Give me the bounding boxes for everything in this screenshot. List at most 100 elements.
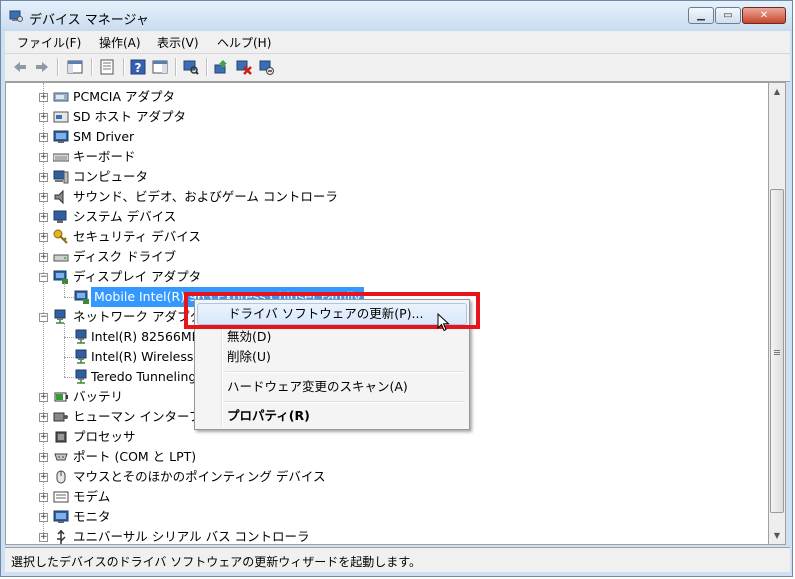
tree-category[interactable]: + ポート (COM と LPT) bbox=[6, 447, 766, 467]
close-button[interactable]: ✕ bbox=[742, 7, 786, 24]
menu-bar: ファイル(F) 操作(A) 表示(V) ヘルプ(H) bbox=[5, 31, 790, 54]
menu-item-scan-hardware[interactable]: ハードウェア変更のスキャン(A) bbox=[197, 376, 467, 398]
uninstall-device-icon[interactable] bbox=[259, 59, 275, 75]
expand-icon[interactable]: + bbox=[39, 153, 48, 162]
maximize-button[interactable]: ▭ bbox=[715, 7, 741, 24]
battery-icon bbox=[53, 389, 69, 405]
usb-icon bbox=[53, 529, 69, 544]
expand-icon[interactable]: + bbox=[39, 253, 48, 262]
tree-category[interactable]: + システム デバイス bbox=[6, 207, 766, 227]
tree-item-label: ディスプレイ アダプタ bbox=[73, 269, 202, 284]
tree-item-label: ネットワーク アダプタ bbox=[73, 309, 202, 324]
tree-line bbox=[64, 377, 74, 378]
menu-view[interactable]: 表示(V) bbox=[157, 34, 199, 51]
toolbar-separator bbox=[57, 58, 59, 76]
tree-category[interactable]: + マウスとそのほかのポインティング デバイス bbox=[6, 467, 766, 487]
collapse-icon[interactable]: − bbox=[39, 273, 48, 282]
computer-icon bbox=[53, 169, 69, 185]
tree-item-label: PCMCIA アダプタ bbox=[73, 89, 175, 104]
expand-icon[interactable]: + bbox=[39, 533, 48, 542]
action-pane-icon[interactable] bbox=[152, 59, 168, 75]
menu-item-disable[interactable]: 無効(D) bbox=[197, 326, 467, 348]
status-bar: 選択したデバイスのドライバ ソフトウェアの更新ウィザードを起動します。 bbox=[5, 547, 790, 572]
expand-icon[interactable]: + bbox=[39, 413, 48, 422]
tree-line bbox=[64, 357, 74, 358]
expand-icon[interactable]: + bbox=[39, 233, 48, 242]
menu-item-properties[interactable]: プロパティ(R) bbox=[197, 405, 467, 427]
tree-category[interactable]: + モデム bbox=[6, 487, 766, 507]
monitor-icon bbox=[53, 509, 69, 525]
minimize-icon: ▁ bbox=[697, 10, 705, 21]
expand-icon[interactable]: + bbox=[39, 493, 48, 502]
menu-file[interactable]: ファイル(F) bbox=[17, 34, 81, 51]
tree-category[interactable]: + プロセッサ bbox=[6, 427, 766, 447]
tree-item-label: Intel(R) 82566MM bbox=[91, 329, 203, 344]
expand-icon[interactable]: + bbox=[39, 393, 48, 402]
tree-category[interactable]: + ディスク ドライブ bbox=[6, 247, 766, 267]
status-text: 選択したデバイスのドライバ ソフトウェアの更新ウィザードを起動します。 bbox=[11, 555, 422, 569]
menu-item-uninstall[interactable]: 削除(U) bbox=[197, 346, 467, 368]
expand-icon[interactable]: + bbox=[39, 173, 48, 182]
tree-item-label: セキュリティ デバイス bbox=[73, 229, 201, 244]
hid-icon bbox=[53, 409, 69, 425]
close-icon: ✕ bbox=[759, 10, 769, 21]
network-adapter-icon bbox=[53, 309, 69, 325]
disable-device-icon[interactable] bbox=[236, 59, 252, 75]
minimize-button[interactable]: ▁ bbox=[688, 7, 714, 24]
vertical-scrollbar[interactable]: ▲ ▼ bbox=[769, 82, 786, 545]
tree-item-label: Intel(R) Wireless bbox=[91, 349, 194, 364]
collapse-icon[interactable]: − bbox=[39, 313, 48, 322]
expand-icon[interactable]: + bbox=[39, 213, 48, 222]
window-controls: ▁ ▭ ✕ bbox=[687, 7, 786, 24]
scroll-thumb[interactable] bbox=[770, 189, 784, 513]
title-bar[interactable]: デバイス マネージャ ▁ ▭ ✕ bbox=[1, 1, 792, 31]
tree-category[interactable]: + SD ホスト アダプタ bbox=[6, 107, 766, 127]
tree-category[interactable]: + PCMCIA アダプタ bbox=[6, 87, 766, 107]
toolbar-separator bbox=[175, 58, 177, 76]
forward-icon[interactable] bbox=[34, 59, 50, 75]
scroll-up-icon[interactable]: ▲ bbox=[769, 83, 785, 100]
expand-icon[interactable]: + bbox=[39, 93, 48, 102]
toolbar-separator bbox=[123, 58, 125, 76]
tree-item-label: システム デバイス bbox=[73, 209, 177, 224]
tree-category[interactable]: + ユニバーサル シリアル バス コントローラ bbox=[6, 527, 766, 544]
window-title: デバイス マネージャ bbox=[29, 13, 149, 28]
tree-category[interactable]: + キーボード bbox=[6, 147, 766, 167]
properties-icon[interactable] bbox=[99, 59, 115, 75]
help-icon[interactable]: ? bbox=[130, 59, 146, 75]
tree-category[interactable]: + サウンド、ビデオ、およびゲーム コントローラ bbox=[6, 187, 766, 207]
expand-icon[interactable]: + bbox=[39, 133, 48, 142]
scroll-down-icon[interactable]: ▼ bbox=[769, 527, 785, 544]
network-adapter-icon bbox=[74, 349, 90, 365]
expand-icon[interactable]: + bbox=[39, 113, 48, 122]
mouse-icon bbox=[53, 469, 69, 485]
expand-icon[interactable]: + bbox=[39, 473, 48, 482]
tree-item-label: SD ホスト アダプタ bbox=[73, 109, 187, 124]
back-icon[interactable] bbox=[12, 59, 28, 75]
tree-category[interactable]: + セキュリティ デバイス bbox=[6, 227, 766, 247]
tree-category[interactable]: − ディスプレイ アダプタ bbox=[6, 267, 766, 287]
toolbar: ? bbox=[5, 54, 790, 82]
expand-icon[interactable]: + bbox=[39, 193, 48, 202]
mouse-cursor-icon bbox=[437, 313, 450, 332]
tree-category[interactable]: + モニタ bbox=[6, 507, 766, 527]
display-adapter-icon bbox=[74, 289, 90, 305]
pcmcia-icon bbox=[53, 89, 69, 105]
menu-action[interactable]: 操作(A) bbox=[99, 34, 141, 51]
expand-icon[interactable]: + bbox=[39, 513, 48, 522]
update-driver-icon[interactable] bbox=[213, 59, 229, 75]
scan-hardware-icon[interactable] bbox=[183, 59, 199, 75]
tree-item-label: モニタ bbox=[73, 509, 111, 524]
tree-category[interactable]: + コンピュータ bbox=[6, 167, 766, 187]
tree-category[interactable]: + SM Driver bbox=[6, 127, 766, 147]
menu-help[interactable]: ヘルプ(H) bbox=[217, 34, 271, 51]
processor-icon bbox=[53, 429, 69, 445]
tree-item-label: プロセッサ bbox=[73, 429, 136, 444]
device-manager-icon bbox=[9, 9, 23, 23]
show-hide-tree-icon[interactable] bbox=[67, 59, 83, 75]
highlight-box bbox=[184, 292, 480, 329]
expand-icon[interactable]: + bbox=[39, 453, 48, 462]
tree-item-label: ポート (COM と LPT) bbox=[73, 449, 197, 464]
expand-icon[interactable]: + bbox=[39, 433, 48, 442]
tree-item-label: ユニバーサル シリアル バス コントローラ bbox=[73, 529, 310, 544]
